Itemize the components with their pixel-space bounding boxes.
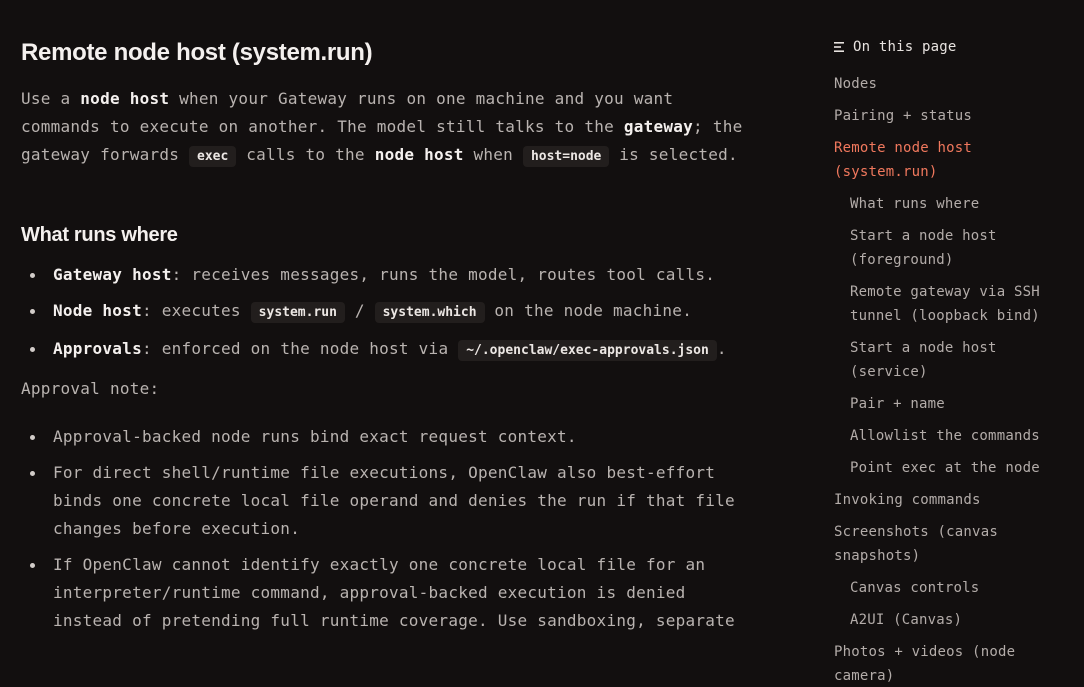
separator-text: / — [344, 301, 375, 320]
list-lines-icon — [834, 42, 844, 52]
toc-list: Nodes Pairing + status Remote node host (s… — [834, 72, 1064, 687]
inline-code-system-which: system.which — [374, 302, 485, 323]
toc-link-what-runs-where[interactable]: What runs where — [834, 192, 1064, 216]
role-text: : receives messages, runs the model, rou… — [171, 265, 716, 284]
intro-text: Use a — [21, 89, 81, 108]
list-item: For direct shell/runtime file executions… — [21, 459, 751, 543]
toc-link-start-a-node-host-foreground[interactable]: Start a node host (foreground) — [834, 224, 1064, 272]
toc-link-remote-node-host-system-run[interactable]: Remote node host (system.run) — [834, 136, 1064, 184]
toc-link-allowlist-the-commands[interactable]: Allowlist the commands — [834, 424, 1064, 448]
toc-link-invoking-commands[interactable]: Invoking commands — [834, 488, 1064, 512]
intro-bold-gateway: gateway — [623, 117, 694, 136]
role-text: : enforced on the node host via — [141, 339, 459, 358]
toc-link-nodes[interactable]: Nodes — [834, 72, 1064, 96]
list-item: If OpenClaw cannot identify exactly one … — [21, 551, 751, 635]
toc-link-canvas-controls[interactable]: Canvas controls — [834, 576, 1064, 600]
toc-link-a2ui-canvas[interactable]: A2UI (Canvas) — [834, 608, 1064, 632]
toc-link-pair-name[interactable]: Pair + name — [834, 392, 1064, 416]
role-name: Gateway host — [53, 265, 172, 284]
list-item: Approvals: enforced on the node host via… — [21, 335, 751, 365]
toc-header: On this page — [834, 36, 1064, 58]
toc-link-point-exec-at-the-node[interactable]: Point exec at the node — [834, 456, 1064, 480]
intro-bold-node-host-2: node host — [374, 145, 464, 164]
roles-list: Gateway host: receives messages, runs th… — [21, 261, 751, 365]
intro-paragraph: Use a node host when your Gateway runs o… — [21, 85, 751, 171]
approval-notes-list: Approval-backed node runs bind exact req… — [21, 423, 751, 635]
toc-link-remote-gateway-via-ssh-tunnel-loopback-bind[interactable]: Remote gateway via SSH tunnel (loopback … — [834, 280, 1064, 328]
list-item: Node host: executes system.run / system.… — [21, 297, 751, 327]
main-content: Remote node host (system.run) Use a node… — [21, 38, 751, 643]
page-title: Remote node host (system.run) — [21, 39, 373, 66]
inline-code-exec: exec — [189, 146, 237, 167]
toc-link-screenshots-canvas-snapshots[interactable]: Screenshots (canvas snapshots) — [834, 520, 1064, 568]
list-item: Approval-backed node runs bind exact req… — [21, 423, 751, 451]
section-heading-what-runs-where: What runs where — [21, 224, 178, 246]
role-text: . — [716, 339, 727, 358]
table-of-contents: On this page Nodes Pairing + status Remote… — [834, 36, 1064, 687]
role-text: : executes — [141, 301, 251, 320]
inline-code-approvals-path: ~/.openclaw/exec-approvals.json — [458, 340, 717, 361]
toc-link-photos-videos-node-camera[interactable]: Photos + videos (node camera) — [834, 640, 1064, 687]
intro-bold-node-host: node host — [80, 89, 170, 108]
intro-text: is selected. — [609, 145, 738, 164]
list-item: Gateway host: receives messages, runs th… — [21, 261, 751, 289]
role-name: Approvals — [53, 339, 142, 358]
intro-text: when — [463, 145, 523, 164]
intro-text: calls to the — [236, 145, 375, 164]
role-name: Node host — [53, 301, 142, 320]
toc-link-start-a-node-host-service[interactable]: Start a node host (service) — [834, 336, 1064, 384]
approval-note-label: Approval note: — [21, 379, 160, 398]
role-text: on the node machine. — [484, 301, 693, 320]
inline-code-host-node: host=node — [522, 146, 610, 167]
toc-header-label: On this page — [853, 39, 957, 55]
inline-code-system-run: system.run — [250, 302, 345, 323]
toc-link-pairing-status[interactable]: Pairing + status — [834, 104, 1064, 128]
